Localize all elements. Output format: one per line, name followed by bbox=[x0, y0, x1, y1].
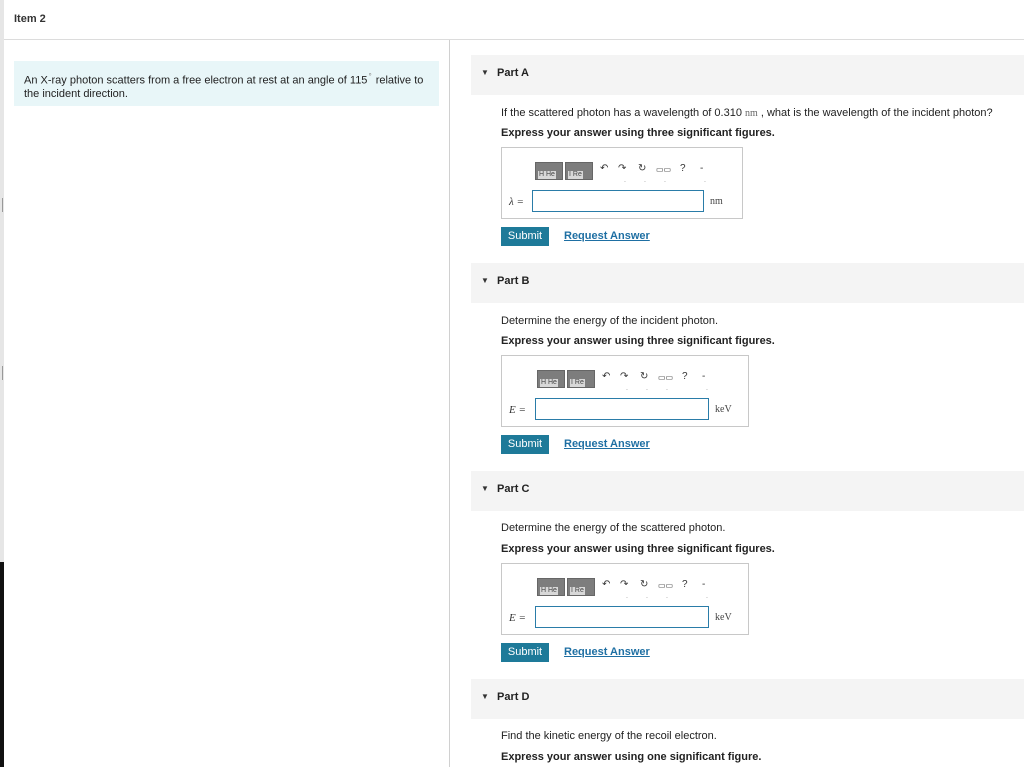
toolbar-dot: . bbox=[646, 593, 648, 600]
part-c-title: Part C bbox=[497, 483, 530, 495]
part-a-question-unit: nm bbox=[745, 108, 758, 119]
toolbar-dot: . bbox=[706, 385, 708, 392]
templates-label: H He bbox=[538, 171, 556, 179]
math-toolbar: H He I Re ↶ ↷ ↻ ▭▭ ? - . . . . bbox=[532, 160, 708, 184]
undo-icon[interactable]: ↶ bbox=[602, 579, 610, 590]
toolbar-dot: . bbox=[646, 385, 648, 392]
part-a-question-text: If the scattered photon has a wavelength… bbox=[501, 107, 742, 119]
part-a-question: If the scattered photon has a wavelength… bbox=[501, 107, 993, 119]
part-b-answer-box: H He I Re ↶ ↷ ↻ ▭▭ ? - . . . . E = keV bbox=[501, 355, 749, 427]
part-a-submit-button[interactable]: Submit bbox=[501, 227, 549, 246]
toolbar-dot: . bbox=[664, 177, 666, 184]
edge-mark bbox=[0, 366, 3, 380]
part-c-header[interactable]: ▼ Part C bbox=[471, 471, 1024, 511]
toolbar-dot: . bbox=[644, 177, 646, 184]
part-b-instruction: Express your answer using three signific… bbox=[501, 335, 775, 347]
more-icon[interactable]: - bbox=[702, 579, 705, 590]
templates-button[interactable]: H He bbox=[537, 578, 565, 596]
toolbar-dot: . bbox=[704, 177, 706, 184]
parts-pane: ▼ Part A If the scattered photon has a w… bbox=[451, 40, 1024, 767]
problem-text: An X-ray photon scatters from a free ele… bbox=[24, 74, 368, 87]
part-a-title: Part A bbox=[497, 67, 529, 79]
toolbar-dot: . bbox=[666, 593, 668, 600]
part-c-answer-box: H He I Re ↶ ↷ ↻ ▭▭ ? - . . . . E = keV bbox=[501, 563, 749, 635]
keyboard-icon[interactable]: ▭▭ bbox=[658, 581, 673, 590]
help-icon[interactable]: ? bbox=[682, 579, 688, 590]
toolbar-dot: . bbox=[706, 593, 708, 600]
redo-icon[interactable]: ↷ bbox=[620, 579, 628, 590]
part-d-header[interactable]: ▼ Part D bbox=[471, 679, 1024, 719]
toolbar-dot: . bbox=[626, 385, 628, 392]
energy-label: E = bbox=[509, 404, 526, 416]
undo-icon[interactable]: ↶ bbox=[602, 371, 610, 382]
toolbar-dot: . bbox=[626, 593, 628, 600]
symbols-label: I Re bbox=[570, 587, 585, 595]
energy-label: E = bbox=[509, 612, 526, 624]
item-header: Item 2 bbox=[4, 0, 1024, 40]
toolbar-dot: . bbox=[624, 177, 626, 184]
reset-icon[interactable]: ↻ bbox=[640, 371, 648, 382]
templates-button[interactable]: H He bbox=[535, 162, 563, 180]
part-c-request-answer-link[interactable]: Request Answer bbox=[564, 646, 650, 658]
toolbar-dot: . bbox=[666, 385, 668, 392]
part-c-question: Determine the energy of the scattered ph… bbox=[501, 522, 726, 534]
more-icon[interactable]: - bbox=[702, 371, 705, 382]
part-c-answer-input[interactable] bbox=[535, 606, 709, 628]
part-a-answer-input[interactable] bbox=[532, 190, 704, 212]
problem-pane: An X-ray photon scatters from a free ele… bbox=[4, 40, 450, 767]
part-b-question: Determine the energy of the incident pho… bbox=[501, 315, 719, 327]
part-a-header[interactable]: ▼ Part A bbox=[471, 55, 1024, 95]
problem-statement: An X-ray photon scatters from a free ele… bbox=[14, 61, 439, 106]
item-title: Item 2 bbox=[14, 13, 46, 25]
part-a-answer-box: H He I Re ↶ ↷ ↻ ▭▭ ? - . . . . λ = nm bbox=[501, 147, 743, 219]
math-toolbar: H He I Re ↶ ↷ ↻ ▭▭ ? - . . . . bbox=[532, 368, 708, 392]
part-d-question: Find the kinetic energy of the recoil el… bbox=[501, 730, 717, 742]
part-a-unit: nm bbox=[710, 196, 723, 207]
symbols-label: I Re bbox=[570, 379, 585, 387]
part-b-request-answer-link[interactable]: Request Answer bbox=[564, 438, 650, 450]
part-d-title: Part D bbox=[497, 691, 530, 703]
edge-mark bbox=[0, 198, 3, 212]
collapse-caret-icon[interactable]: ▼ bbox=[481, 692, 489, 701]
symbols-button[interactable]: I Re bbox=[567, 578, 595, 596]
part-a-request-answer-link[interactable]: Request Answer bbox=[564, 230, 650, 242]
help-icon[interactable]: ? bbox=[682, 371, 688, 382]
part-a-question-end: , what is the wavelength of the incident… bbox=[757, 107, 993, 119]
keyboard-icon[interactable]: ▭▭ bbox=[656, 165, 671, 174]
redo-icon[interactable]: ↷ bbox=[618, 163, 626, 174]
help-icon[interactable]: ? bbox=[680, 163, 686, 174]
part-b-header[interactable]: ▼ Part B bbox=[471, 263, 1024, 303]
math-toolbar: H He I Re ↶ ↷ ↻ ▭▭ ? - . . . . bbox=[532, 576, 708, 600]
part-b-unit: keV bbox=[715, 404, 732, 415]
part-b-submit-button[interactable]: Submit bbox=[501, 435, 549, 454]
part-d-instruction: Express your answer using one significan… bbox=[501, 751, 762, 763]
collapse-caret-icon[interactable]: ▼ bbox=[481, 484, 489, 493]
reset-icon[interactable]: ↻ bbox=[638, 163, 646, 174]
symbols-button[interactable]: I Re bbox=[565, 162, 593, 180]
symbols-label: I Re bbox=[568, 171, 583, 179]
part-c-instruction: Express your answer using three signific… bbox=[501, 543, 775, 555]
collapse-caret-icon[interactable]: ▼ bbox=[481, 276, 489, 285]
templates-label: H He bbox=[540, 587, 558, 595]
redo-icon[interactable]: ↷ bbox=[620, 371, 628, 382]
collapse-caret-icon[interactable]: ▼ bbox=[481, 68, 489, 77]
more-icon[interactable]: - bbox=[700, 163, 703, 174]
templates-label: H He bbox=[540, 379, 558, 387]
undo-icon[interactable]: ↶ bbox=[600, 163, 608, 174]
part-c-unit: keV bbox=[715, 612, 732, 623]
templates-button[interactable]: H He bbox=[537, 370, 565, 388]
part-c-submit-button[interactable]: Submit bbox=[501, 643, 549, 662]
degree-mark: ° bbox=[368, 72, 372, 81]
symbols-button[interactable]: I Re bbox=[567, 370, 595, 388]
lambda-label: λ = bbox=[509, 196, 524, 208]
keyboard-icon[interactable]: ▭▭ bbox=[658, 373, 673, 382]
part-b-title: Part B bbox=[497, 275, 530, 287]
part-a-instruction: Express your answer using three signific… bbox=[501, 127, 775, 139]
reset-icon[interactable]: ↻ bbox=[640, 579, 648, 590]
part-b-answer-input[interactable] bbox=[535, 398, 709, 420]
